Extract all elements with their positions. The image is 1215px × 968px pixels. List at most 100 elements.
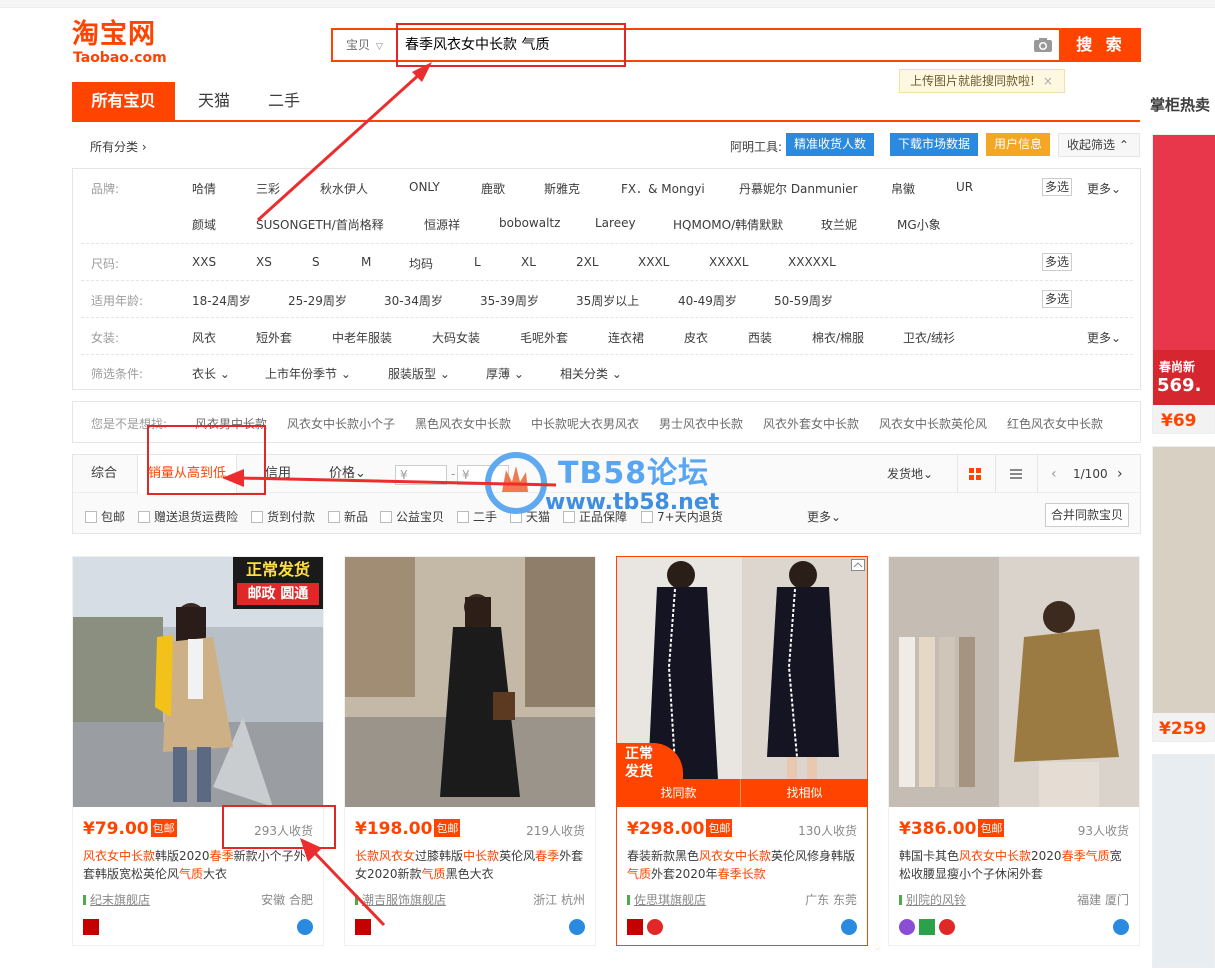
product-title[interactable]: 春装新款黑色风衣女中长款英伦风修身韩版气质外套2020年春季长款 [627,847,859,883]
product-card[interactable]: 正常发货 邮政 圆通 ¥79.00包邮 293人收货 风衣女中长款韩版2020春… [72,556,324,946]
product-image[interactable] [345,557,595,807]
ship-from-dropdown[interactable]: 发货地⌄ [887,455,933,493]
suggest-link[interactable]: 风衣女中长款小个子 [287,415,395,432]
women-item[interactable]: 中老年服装 [332,329,392,346]
tool-button-receivers[interactable]: 精准收货人数 [786,133,874,156]
women-item[interactable]: 大码女装 [432,329,480,346]
age-multi-button[interactable]: 多选 [1042,290,1072,308]
product-card[interactable]: ¥386.00包邮 93人收货 韩国卡其色风衣女中长款2020春季气质宽松收腰显… [888,556,1140,946]
brand-item[interactable]: 哈倩 [192,180,216,197]
price-min-input[interactable]: ¥ [395,465,447,485]
sort-by-price[interactable]: 价格⌄ [329,455,366,493]
age-item[interactable]: 25-29周岁 [288,292,347,309]
prev-page-icon[interactable]: ‹ [1051,466,1057,482]
women-item[interactable]: 西装 [748,329,772,346]
tool-button-userinfo[interactable]: 用户信息 [986,133,1050,156]
brand-item[interactable]: MG小象 [897,216,941,233]
tab-tmall[interactable]: 天猫 [184,82,244,120]
search-scope-select[interactable]: 宝贝▽ [333,30,395,60]
condition-dropdown[interactable]: 厚薄 ⌄ [486,365,524,382]
hot-sale-item[interactable] [1152,754,1215,968]
wangwang-chat-icon[interactable] [841,919,857,935]
checks-more-button[interactable]: 更多⌄ [807,508,841,525]
next-page-icon[interactable]: › [1117,466,1123,482]
filter-checkbox[interactable]: 包邮 [85,508,125,525]
size-item[interactable]: 均码 [409,255,433,272]
size-item[interactable]: XXXXL [709,255,749,269]
brand-item[interactable]: ONLY [409,180,440,194]
product-title[interactable]: 风衣女中长款韩版2020春季新款小个子外套韩版宽松英伦风气质大衣 [83,847,315,883]
suggest-link[interactable]: 红色风衣女中长款 [1007,415,1103,432]
women-item[interactable]: 连衣裙 [608,329,644,346]
brand-item[interactable]: 三彩 [256,180,280,197]
suggest-link[interactable]: 男士风衣中长款 [659,415,743,432]
age-item[interactable]: 35-39周岁 [480,292,539,309]
age-item[interactable]: 40-49周岁 [678,292,737,309]
size-item[interactable]: XXS [192,255,216,269]
brand-item[interactable]: 恒源祥 [424,216,460,233]
shop-link[interactable]: 纪末旗舰店 [83,891,150,908]
product-image[interactable] [889,557,1139,807]
women-item[interactable]: 毛呢外套 [520,329,568,346]
women-item[interactable]: 风衣 [192,329,216,346]
product-image[interactable]: 正常 发货 找同款 找相似 [617,557,867,807]
size-item[interactable]: XXXL [638,255,669,269]
size-item[interactable]: XL [521,255,536,269]
tab-all[interactable]: 所有宝贝 [72,82,175,120]
brand-item[interactable]: bobowaltz [499,216,560,230]
brand-item[interactable]: SUSONGETH/首尚格释 [256,216,384,233]
brand-item[interactable]: 玫兰妮 [821,216,857,233]
age-item[interactable]: 30-34周岁 [384,292,443,309]
women-more-button[interactable]: 更多⌄ [1087,329,1121,346]
search-button[interactable]: 搜 索 [1061,28,1141,62]
all-categories-link[interactable]: 所有分类 › [90,138,147,155]
size-item[interactable]: XS [256,255,272,269]
brand-item[interactable]: Lareey [595,216,636,230]
brand-item[interactable]: HQMOMO/韩倩默默 [673,216,783,233]
product-image[interactable]: 正常发货 邮政 圆通 [73,557,323,807]
wangwang-chat-icon[interactable] [297,919,313,935]
size-item[interactable]: M [361,255,371,269]
condition-dropdown[interactable]: 相关分类 ⌄ [560,365,622,382]
shop-link[interactable]: 佐思琪旗舰店 [627,891,706,908]
hot-sale-item[interactable]: 春尚新 569. ¥69 [1152,134,1215,434]
condition-dropdown[interactable]: 上市年份季节 ⌄ [265,365,351,382]
size-item[interactable]: XXXXXL [788,255,836,269]
camera-icon[interactable] [1033,37,1053,53]
filter-checkbox[interactable]: 赠送退货运费险 [138,508,238,525]
brand-multi-button[interactable]: 多选 [1042,178,1072,196]
filter-checkbox[interactable]: 公益宝贝 [380,508,444,525]
product-card[interactable]: 正常 发货 找同款 找相似 ¥298.00包邮 130人收货 春装新款黑色风衣女… [616,556,868,946]
brand-item[interactable]: 斯雅克 [544,180,580,197]
find-similar-button[interactable]: 找相似 [742,779,867,807]
brand-item[interactable]: 帛徽 [891,180,915,197]
size-item[interactable]: 2XL [576,255,599,269]
sort-by-credit[interactable]: 信用 [265,455,291,493]
collapse-filter-button[interactable]: 收起筛选 ⌃ [1058,133,1140,157]
women-item[interactable]: 皮衣 [684,329,708,346]
brand-item[interactable]: UR [956,180,973,194]
product-title[interactable]: 韩国卡其色风衣女中长款2020春季气质宽松收腰显瘦小个子休闲外套 [899,847,1131,883]
tab-secondhand[interactable]: 二手 [254,82,314,120]
similar-icon[interactable] [851,559,865,571]
age-item[interactable]: 18-24周岁 [192,292,251,309]
shop-link[interactable]: 别院的风铃 [899,891,966,908]
wangwang-chat-icon[interactable] [1113,919,1129,935]
shop-link[interactable]: 潮吉服饰旗舰店 [355,891,446,908]
women-item[interactable]: 棉衣/棉服 [812,329,864,346]
condition-dropdown[interactable]: 衣长 ⌄ [192,365,230,382]
list-view-icon[interactable] [1010,468,1022,480]
age-item[interactable]: 50-59周岁 [774,292,833,309]
grid-view-icon[interactable] [969,468,981,480]
merge-same-button[interactable]: 合并同款宝贝 [1045,503,1129,527]
suggest-link[interactable]: 风衣外套女中长款 [763,415,859,432]
suggest-link[interactable]: 黑色风衣女中长款 [415,415,511,432]
hot-sale-item[interactable]: ¥259 [1152,446,1215,742]
women-item[interactable]: 卫衣/绒衫 [903,329,955,346]
product-card[interactable]: ¥198.00包邮 219人收货 长款风衣女过膝韩版中长款英伦风春季外套女202… [344,556,596,946]
size-multi-button[interactable]: 多选 [1042,253,1072,271]
size-item[interactable]: S [312,255,320,269]
brand-item[interactable]: 丹慕妮尔 Danmunier [739,180,858,197]
brand-item[interactable]: 鹿歌 [481,180,505,197]
brand-item[interactable]: 颜域 [192,216,216,233]
